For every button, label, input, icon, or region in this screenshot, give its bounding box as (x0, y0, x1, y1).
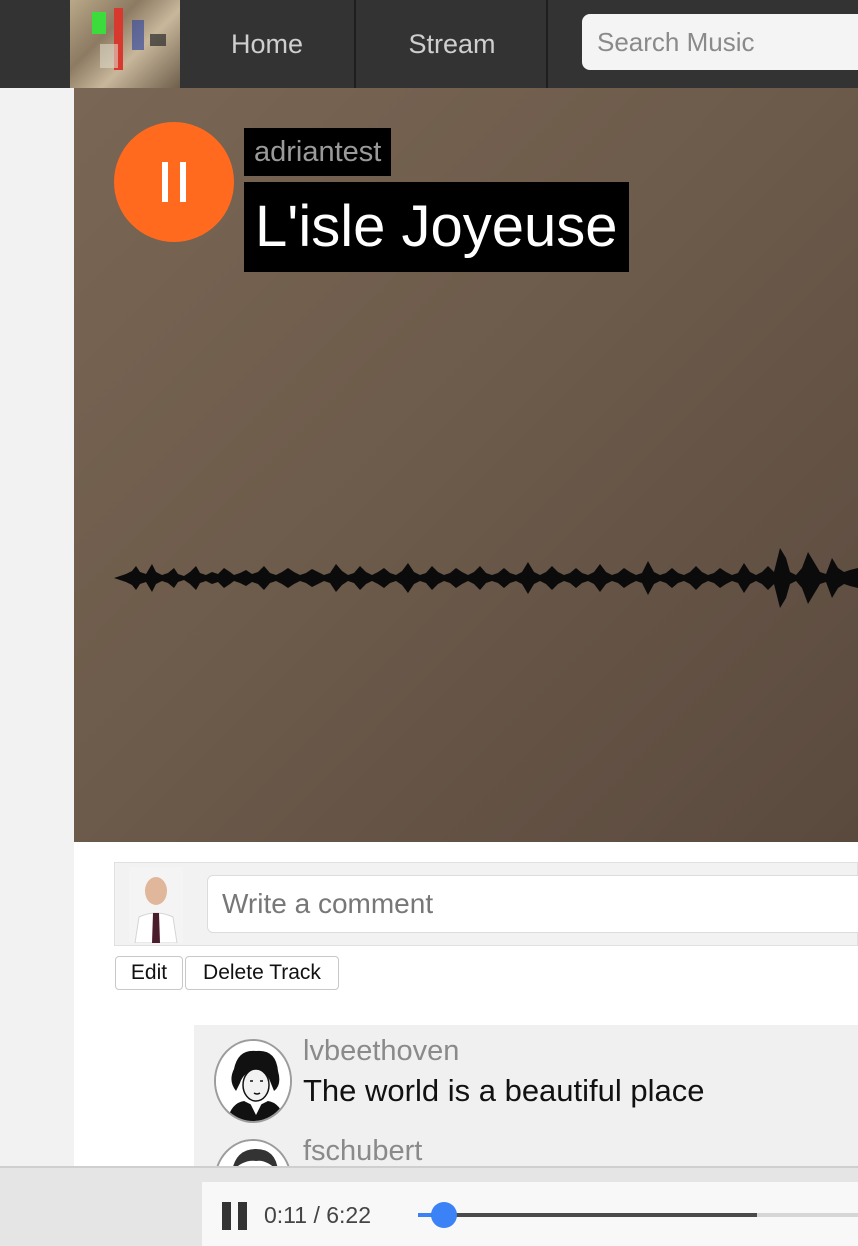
site-logo[interactable] (70, 0, 180, 88)
pause-icon (162, 162, 186, 202)
logo-art-green (92, 12, 106, 34)
progress-slider[interactable] (418, 1202, 858, 1228)
edit-button[interactable]: Edit (115, 956, 183, 990)
duration: 6:22 (326, 1202, 371, 1228)
played-bar (418, 1213, 431, 1217)
player-pause-icon[interactable] (222, 1202, 248, 1230)
comment-text: The world is a beautiful place (303, 1073, 705, 1108)
play-pause-button[interactable] (114, 122, 234, 242)
time-separator: / (313, 1202, 320, 1228)
user-avatar-icon (129, 867, 183, 943)
player-time: 0:11 / 6:22 (264, 1202, 371, 1229)
top-navbar: Home Stream (0, 0, 858, 88)
beethoven-portrait-icon (216, 1041, 290, 1121)
player-bar: 0:11 / 6:22 (0, 1166, 858, 1246)
waveform[interactable] (114, 528, 858, 628)
comment-username[interactable]: fschubert (303, 1135, 422, 1168)
user-avatar (129, 867, 183, 943)
comment-username[interactable]: lvbeethoven (303, 1035, 459, 1068)
buffer-bar (418, 1213, 757, 1217)
track-hero: adriantest L'isle Joyeuse (74, 88, 858, 842)
nav-home-link[interactable]: Home (180, 0, 356, 88)
track-artist[interactable]: adriantest (244, 128, 392, 176)
comment-form (114, 862, 858, 946)
comment-item: lvbeethoven The world is a beautiful pla… (194, 1025, 858, 1125)
current-time: 0:11 (264, 1202, 308, 1228)
logo-art-blue (132, 20, 144, 50)
search-input[interactable] (582, 14, 858, 70)
track-title: L'isle Joyeuse (244, 182, 629, 272)
waveform-path (114, 548, 858, 608)
logo-art-pale (100, 44, 118, 68)
track-page: adriantest L'isle Joyeuse Edit Delete Tr… (74, 88, 858, 1246)
progress-knob[interactable] (430, 1202, 457, 1228)
commenter-avatar[interactable] (214, 1039, 292, 1123)
nav-stream-link[interactable]: Stream (358, 0, 548, 88)
delete-track-button[interactable]: Delete Track (185, 956, 339, 990)
logo-art-dark (150, 34, 166, 46)
comment-input[interactable] (207, 875, 858, 933)
player-controls: 0:11 / 6:22 (202, 1182, 858, 1246)
